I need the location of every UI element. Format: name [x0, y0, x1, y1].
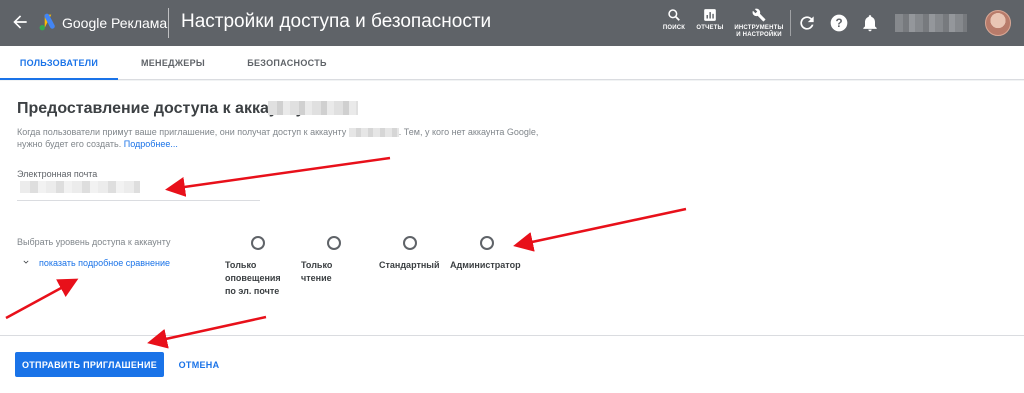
tools-divider — [790, 10, 791, 36]
description-text-3: нужно будет его создать. — [17, 139, 122, 149]
tab-security[interactable]: БЕЗОПАСНОСТЬ — [228, 46, 346, 80]
account-info-redacted[interactable] — [895, 14, 967, 32]
radio-standard[interactable] — [403, 236, 417, 250]
option-email-only-line3: по эл. почте — [225, 286, 280, 296]
access-level-label: Выбрать уровень доступа к аккаунту — [17, 237, 171, 247]
search-icon — [668, 9, 680, 21]
google-ads-logo[interactable] — [38, 13, 58, 31]
svg-text:?: ? — [835, 17, 842, 30]
top-bar: Google Реклама Настройки доступа и безоп… — [0, 0, 1024, 46]
email-label: Электронная почта — [17, 169, 98, 179]
reports-icon — [704, 9, 716, 21]
tab-bar: ПОЛЬЗОВАТЕЛИ МЕНЕДЖЕРЫ БЕЗОПАСНОСТЬ — [0, 46, 1024, 80]
email-value-redacted — [20, 181, 140, 193]
option-read-only-line1: Только — [301, 260, 333, 270]
description: Когда пользователи примут ваше приглашен… — [17, 126, 597, 150]
radio-admin[interactable] — [480, 236, 494, 250]
option-admin-label[interactable]: Администратор — [450, 259, 540, 272]
avatar[interactable] — [985, 10, 1011, 36]
send-invitation-button[interactable]: ОТПРАВИТЬ ПРИГЛАШЕНИЕ — [15, 352, 164, 377]
radio-email-only[interactable] — [251, 236, 265, 250]
description-text-2: . Тем, у кого нет аккаунта Google, — [398, 127, 539, 137]
search-tool[interactable]: ПОИСК — [660, 8, 688, 32]
page-title: Настройки доступа и безопасности — [181, 11, 492, 32]
search-label: ПОИСК — [662, 25, 686, 31]
tab-users[interactable]: ПОЛЬЗОВАТЕЛИ — [0, 46, 118, 80]
option-email-only-line1: Только — [225, 260, 257, 270]
product-name[interactable]: Google Реклама — [62, 15, 167, 31]
reports-label: ОТЧЕТЫ — [696, 25, 724, 31]
refresh-icon[interactable] — [797, 13, 817, 33]
cancel-button[interactable]: ОТМЕНА — [172, 352, 226, 377]
reports-tool[interactable]: ОТЧЕТЫ — [696, 8, 724, 32]
section-heading: Предоставление доступа к аккаунту — [17, 100, 305, 117]
option-read-only-label[interactable]: Только чтение — [301, 259, 361, 285]
compare-link[interactable]: показать подробное сравнение — [39, 258, 170, 268]
footer-divider — [0, 335, 1024, 336]
tab-managers[interactable]: МЕНЕДЖЕРЫ — [118, 46, 228, 80]
help-icon[interactable]: ? — [829, 13, 849, 33]
wrench-icon — [752, 8, 766, 22]
chevron-down-icon — [23, 260, 29, 264]
tools-settings[interactable]: ИНСТРУМЕНТЫ И НАСТРОЙКИ — [732, 8, 786, 39]
learn-more-link[interactable]: Подробнее... — [124, 139, 178, 149]
description-text-1: Когда пользователи примут ваше приглашен… — [17, 127, 347, 137]
account-name-redacted — [268, 101, 358, 115]
option-read-only-line2: чтение — [301, 273, 332, 283]
account-id-redacted — [348, 128, 399, 138]
invite-card: Предоставление доступа к аккаунту Когда … — [0, 81, 1024, 393]
option-email-only-label[interactable]: Только оповещения по эл. почте — [225, 259, 295, 298]
option-email-only-line2: оповещения — [225, 273, 281, 283]
radio-read-only[interactable] — [327, 236, 341, 250]
header-divider — [168, 8, 169, 38]
option-standard-label[interactable]: Стандартный — [379, 259, 449, 272]
bell-icon[interactable] — [860, 13, 880, 33]
arrow-back-icon[interactable] — [10, 12, 30, 32]
tools-label-2: И НАСТРОЙКИ — [736, 32, 782, 38]
tools-label-1: ИНСТРУМЕНТЫ — [734, 25, 784, 31]
